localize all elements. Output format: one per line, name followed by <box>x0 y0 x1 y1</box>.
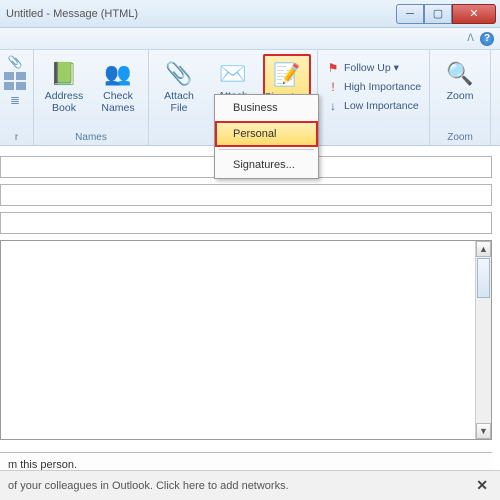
zoom-button[interactable]: 🔍 Zoom <box>436 54 484 106</box>
flag-icon: ⚑ <box>326 61 340 75</box>
ribbon-collapse-icon[interactable]: ᐱ <box>467 33 474 44</box>
dismiss-button[interactable]: ✕ <box>472 477 492 494</box>
zoom-icon: 🔍 <box>445 59 475 89</box>
ribbon-group-format-partial: 📎 ≣ r <box>0 50 34 145</box>
check-names-button[interactable]: 👥 Check Names <box>94 54 142 117</box>
paperclip-icon: 📎 <box>164 59 194 89</box>
scroll-down-button[interactable]: ▼ <box>476 423 491 439</box>
scroll-up-button[interactable]: ▲ <box>476 241 491 257</box>
subject-field[interactable] <box>0 212 492 234</box>
signature-dropdown: Business Personal Signatures... <box>214 94 319 179</box>
window-title: Untitled - Message (HTML) <box>0 8 396 20</box>
high-importance-icon: ! <box>326 80 340 94</box>
ribbon-group-names: 📗 Address Book 👥 Check Names Names <box>34 50 149 145</box>
check-names-icon: 👥 <box>103 59 133 89</box>
message-form: ▲ ▼ <box>0 146 500 440</box>
scroll-thumb[interactable] <box>477 258 490 298</box>
ribbon-group-tags: ⚑Follow Up ▾ !High Importance ↓Low Impor… <box>318 50 430 145</box>
list-small-icon[interactable]: ≣ <box>6 92 27 108</box>
editor-scrollbar[interactable]: ▲ ▼ <box>475 241 491 439</box>
maximize-button[interactable]: ▢ <box>424 4 452 24</box>
close-button[interactable]: ✕ <box>452 4 496 24</box>
social-connector-text[interactable]: of your colleagues in Outlook. Click her… <box>8 480 289 492</box>
help-icon[interactable]: ? <box>480 32 494 46</box>
high-importance-button[interactable]: !High Importance <box>324 79 423 95</box>
dropdown-item-signatures[interactable]: Signatures... <box>215 152 318 178</box>
low-importance-icon: ↓ <box>326 99 340 113</box>
table-small-icon[interactable] <box>6 73 27 89</box>
dropdown-item-personal[interactable]: Personal <box>215 121 318 147</box>
group-label-partial: r <box>6 130 27 143</box>
envelope-icon: ✉️ <box>218 59 248 89</box>
signature-icon: 📝 <box>272 60 302 90</box>
address-book-icon: 📗 <box>49 59 79 89</box>
window-titlebar: Untitled - Message (HTML) ─ ▢ ✕ <box>0 0 500 28</box>
dropdown-item-business[interactable]: Business <box>215 95 318 121</box>
window-controls: ─ ▢ ✕ <box>396 4 496 24</box>
ribbon-subbar: ᐱ ? <box>0 28 500 50</box>
attach-file-button[interactable]: 📎 Attach File <box>155 54 203 117</box>
low-importance-button[interactable]: ↓Low Importance <box>324 98 423 114</box>
follow-up-button[interactable]: ⚑Follow Up ▾ <box>324 60 423 76</box>
ribbon-group-zoom: 🔍 Zoom Zoom <box>430 50 491 145</box>
group-label-zoom: Zoom <box>436 130 484 143</box>
message-body-editor[interactable]: ▲ ▼ <box>0 240 492 440</box>
minimize-button[interactable]: ─ <box>396 4 424 24</box>
dropdown-separator <box>219 149 314 150</box>
cc-field[interactable] <box>0 184 492 206</box>
address-book-button[interactable]: 📗 Address Book <box>40 54 88 117</box>
group-label-names: Names <box>40 130 142 143</box>
social-connector-bar: of your colleagues in Outlook. Click her… <box>0 470 500 500</box>
attach-small-icon[interactable]: 📎 <box>6 54 27 70</box>
